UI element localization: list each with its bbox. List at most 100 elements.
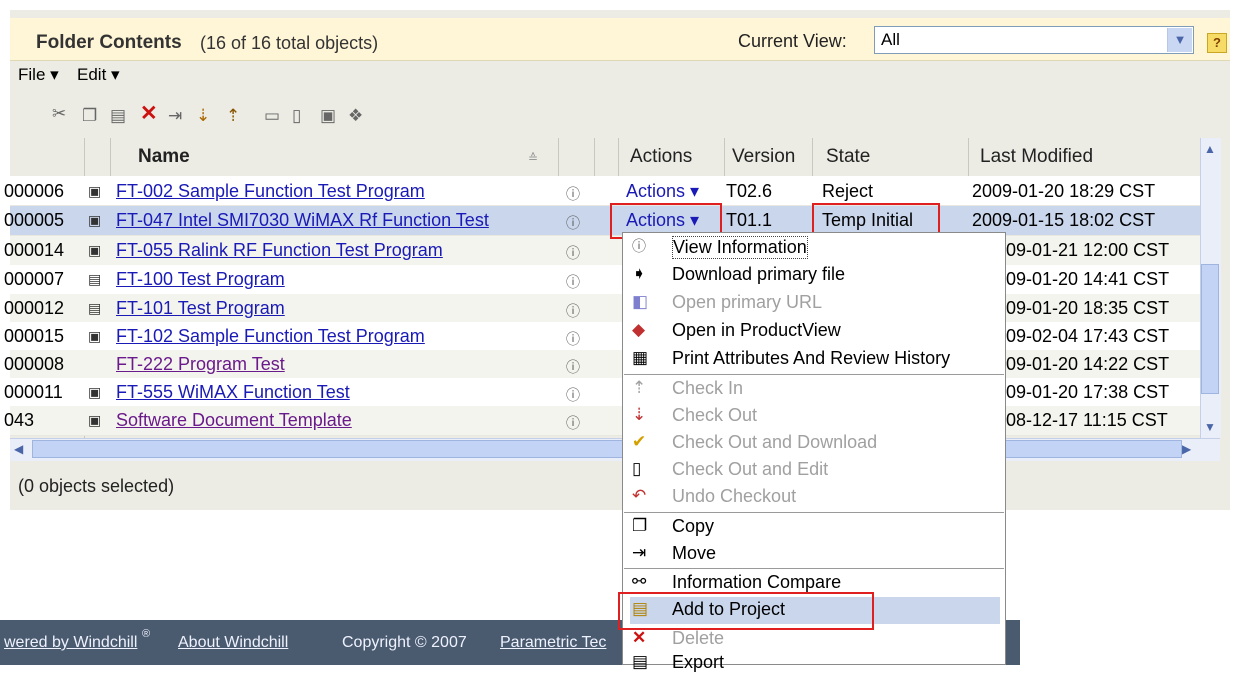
move-icon[interactable]: ⇥ (168, 106, 182, 126)
row-number: 000007 (4, 269, 65, 289)
scroll-down-icon[interactable]: ▼ (1204, 420, 1216, 434)
row-name-link[interactable]: FT-555 WiMAX Function Test (116, 382, 350, 403)
row-modified: 09-01-20 18:35 CST (1006, 298, 1170, 318)
row-number: 000012 (4, 298, 65, 318)
menu-item-label: Check Out (672, 405, 758, 425)
horizontal-scroll-thumb[interactable] (32, 440, 1182, 458)
row-name-link[interactable]: FT-101 Test Program (116, 298, 285, 319)
column-name[interactable]: Name (138, 146, 190, 168)
cut-icon[interactable]: ✂ (52, 104, 66, 124)
copy-icon[interactable]: ❐ (82, 106, 97, 126)
menu-item-label: Copy (672, 516, 715, 536)
info-icon[interactable]: ⓘ (566, 413, 580, 433)
new-link-icon[interactable]: ❖ (348, 106, 363, 126)
row-number: 043 (4, 410, 35, 430)
export-icon: ▤ (632, 652, 649, 671)
document-icon: ▣ (88, 328, 102, 344)
about-windchill-link[interactable]: About Windchill (178, 634, 288, 652)
menu-item-label: Download primary file (672, 264, 846, 284)
row-number: 000015 (4, 326, 65, 346)
new-document-icon[interactable]: ▯ (292, 106, 301, 126)
print-icon: ▦ (632, 348, 649, 367)
menu-item-label: Check Out and Download (672, 432, 878, 452)
chevron-down-icon: ▼ (1167, 28, 1192, 52)
menu-item-label: View Information (672, 236, 808, 259)
powered-by-link[interactable]: wered by Windchill (4, 634, 137, 652)
info-icon[interactable]: ⓘ (566, 385, 580, 405)
menu-item-label: Export (672, 652, 725, 672)
current-view-select[interactable]: All ▼ (874, 26, 1194, 54)
paste-icon[interactable]: ▤ (110, 106, 126, 126)
row-modified: 09-01-20 14:22 CST (1006, 354, 1170, 374)
add-to-project-highlight (618, 592, 874, 630)
productview-icon: ◆ (632, 320, 646, 339)
row-modified: 2009-01-15 18:02 CST (972, 210, 1156, 230)
column-version[interactable]: Version (732, 146, 795, 168)
download-icon: ➧ (632, 264, 647, 283)
new-part-icon[interactable]: ▣ (320, 106, 336, 126)
document-icon: ▣ (88, 412, 102, 428)
undo-checkout-icon: ↶ (632, 486, 647, 505)
delete-icon: ✕ (632, 628, 647, 647)
menu-item-label: Open primary URL (672, 292, 823, 312)
row-number: 000005 (4, 210, 65, 230)
row-modified: 08-12-17 11:15 CST (1006, 410, 1168, 430)
info-icon[interactable]: ⓘ (566, 301, 580, 321)
scroll-left-icon[interactable]: ◀ (14, 442, 23, 456)
registered-mark: ® (142, 628, 151, 640)
row-modified: 2009-01-20 18:29 CST (972, 181, 1156, 201)
new-folder-icon[interactable]: ▭ (264, 106, 280, 126)
info-icon[interactable]: ⓘ (566, 357, 580, 377)
scroll-up-icon[interactable]: ▲ (1204, 142, 1216, 156)
row-name-link[interactable]: FT-222 Program Test (116, 354, 285, 375)
company-link[interactable]: Parametric Tec (500, 634, 606, 652)
checkin-icon[interactable]: ⇡ (226, 106, 240, 126)
row-number: 000008 (4, 354, 65, 374)
checkout-icon: ⇣ (632, 405, 647, 424)
info-icon[interactable]: ⓘ (566, 272, 580, 292)
row-modified: 09-02-04 17:43 CST (1006, 326, 1170, 346)
vertical-scroll-thumb[interactable] (1201, 264, 1219, 394)
document-icon: ▣ (88, 212, 102, 228)
row-number: 000006 (4, 181, 65, 201)
row-name-link[interactable]: FT-100 Test Program (116, 269, 285, 290)
help-button[interactable]: ? (1207, 33, 1227, 53)
row-state: Reject (822, 181, 874, 201)
row-name-link[interactable]: FT-102 Sample Function Test Program (116, 326, 425, 347)
row-number: 000014 (4, 240, 65, 260)
edit-menu[interactable]: Edit ▾ (77, 65, 120, 85)
sort-icon[interactable]: ≙ (528, 151, 538, 165)
row-number: 000011 (4, 382, 63, 402)
scroll-right-icon[interactable]: ▶ (1182, 442, 1191, 456)
document-icon: ▣ (88, 384, 102, 400)
row-version: T02.6 (726, 181, 773, 201)
info-icon[interactable]: ⓘ (566, 213, 580, 233)
panel-title: Folder Contents (36, 32, 182, 53)
document-icon: ▤ (88, 300, 102, 316)
menu-item-label: Open in ProductView (672, 320, 841, 340)
column-state[interactable]: State (826, 146, 870, 168)
column-actions[interactable]: Actions (630, 146, 692, 168)
column-last-modified[interactable]: Last Modified (980, 146, 1093, 168)
row-name-link[interactable]: FT-002 Sample Function Test Program (116, 181, 425, 202)
row-name-link[interactable]: FT-047 Intel SMI7030 WiMAX Rf Function T… (116, 210, 489, 231)
row-name-link[interactable]: FT-055 Ralink RF Function Test Program (116, 240, 443, 261)
delete-icon[interactable]: ✕ (140, 101, 158, 126)
row-modified: 09-01-20 14:41 CST (1006, 269, 1170, 289)
row-modified: 09-01-21 12:00 CST (1006, 240, 1170, 260)
object-count: (16 of 16 total objects) (200, 33, 379, 53)
row-version: T01.1 (726, 210, 773, 230)
checkout-download-icon: ✔ (632, 432, 647, 451)
menu-item-label: Delete (672, 628, 725, 648)
file-menu[interactable]: File ▾ (18, 65, 59, 85)
info-icon[interactable]: ⓘ (566, 329, 580, 349)
info-icon[interactable]: ⓘ (566, 243, 580, 263)
row-name-link[interactable]: Software Document Template (116, 410, 352, 431)
info-icon: ⓘ (632, 238, 646, 254)
current-view-label: Current View: (738, 31, 847, 51)
menu-item-label: Print Attributes And Review History (672, 348, 951, 368)
current-view-value: All (881, 30, 900, 49)
checkout-icon[interactable]: ⇣ (196, 106, 210, 126)
info-icon[interactable]: ⓘ (566, 184, 580, 204)
row-actions-menu[interactable]: Actions ▾ (626, 181, 699, 202)
